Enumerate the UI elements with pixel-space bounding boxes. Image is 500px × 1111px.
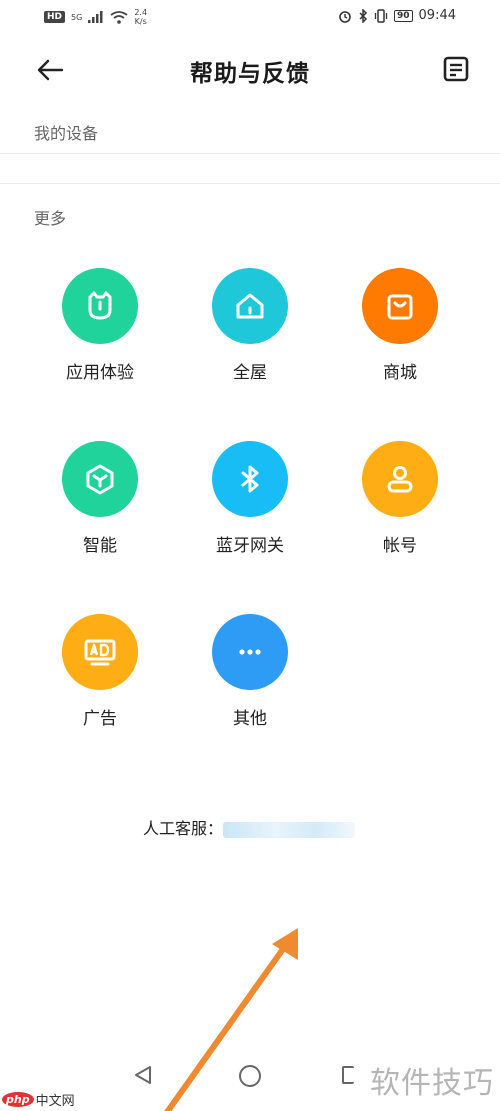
section-more: 更多 <box>34 209 67 228</box>
ad-icon <box>84 639 116 666</box>
bluetooth-status-icon <box>359 8 368 23</box>
net-speed-value: 2.4 <box>134 8 148 17</box>
status-right: 90 09:44 <box>338 8 456 23</box>
item-icon-circle <box>62 268 138 344</box>
item-label: 智能 <box>83 536 117 556</box>
divider <box>0 183 500 184</box>
item-smart[interactable]: 智能 <box>30 441 170 556</box>
item-icon-circle <box>62 441 138 517</box>
watermark-text: 软件技巧 <box>370 1066 494 1101</box>
wifi-icon <box>110 10 128 24</box>
home-icon <box>236 293 264 319</box>
item-icon-circle <box>212 268 288 344</box>
nav-back-icon[interactable] <box>132 1064 154 1086</box>
item-icon-circle <box>362 268 438 344</box>
item-label: 帐号 <box>383 536 417 556</box>
customer-service-line: 人工客服： <box>143 815 356 839</box>
more-dots-icon <box>239 649 261 655</box>
item-label: 蓝牙网关 <box>216 536 284 556</box>
vibrate-icon <box>374 8 388 23</box>
feedback-history-icon[interactable] <box>442 55 470 83</box>
shopping-bag-icon <box>387 294 413 320</box>
item-label: 广告 <box>83 709 117 729</box>
net-speed-unit: K/s <box>134 17 147 26</box>
clock: 09:44 <box>418 8 456 23</box>
phone-number-redacted[interactable] <box>223 821 356 838</box>
status-bar: HD 5G 2.4 K/s 90 09:44 <box>0 0 500 36</box>
network-type: 5G <box>71 12 83 22</box>
status-left: HD 5G 2.4 K/s <box>44 8 147 26</box>
nav-recents-icon[interactable] <box>342 1066 354 1084</box>
header-bar: 帮助与反馈 <box>0 36 500 102</box>
item-mall[interactable]: 商城 <box>330 268 470 383</box>
item-icon-circle <box>362 441 438 517</box>
page-title: 帮助与反馈 <box>190 61 310 87</box>
divider <box>0 153 500 154</box>
item-app-experience[interactable]: 应用体验 <box>30 268 170 383</box>
signal-icon <box>88 11 103 23</box>
item-ads[interactable]: 广告 <box>30 614 170 729</box>
item-label: 其他 <box>233 709 267 729</box>
mi-logo-icon <box>88 291 112 320</box>
item-label: 商城 <box>383 363 417 383</box>
item-bluetooth-gateway[interactable]: 蓝牙网关 <box>180 441 320 556</box>
bluetooth-icon <box>241 465 259 493</box>
item-icon-circle <box>62 614 138 690</box>
cube-icon <box>86 464 114 495</box>
section-my-devices[interactable]: 我的设备 <box>34 120 98 144</box>
item-icon-circle <box>212 441 288 517</box>
item-account[interactable]: 帐号 <box>330 441 470 556</box>
battery-indicator: 90 <box>394 9 413 22</box>
watermark-logo: php 中文网 <box>2 1090 75 1109</box>
user-icon <box>387 466 413 493</box>
customer-service-label: 人工客服： <box>143 819 224 838</box>
item-icon-circle <box>212 614 288 690</box>
alarm-icon <box>339 10 351 23</box>
item-whole-house[interactable]: 全屋 <box>180 268 320 383</box>
item-other[interactable]: 其他 <box>180 614 320 729</box>
net-speed: 2.4 K/s <box>134 8 147 26</box>
item-label: 全屋 <box>233 363 267 383</box>
hd-badge: HD <box>44 11 66 23</box>
nav-home-icon[interactable] <box>238 1064 262 1088</box>
php-logo-icon: php <box>2 1092 34 1107</box>
watermark-site-name: 中文网 <box>35 1094 75 1109</box>
item-label: 应用体验 <box>66 363 134 383</box>
